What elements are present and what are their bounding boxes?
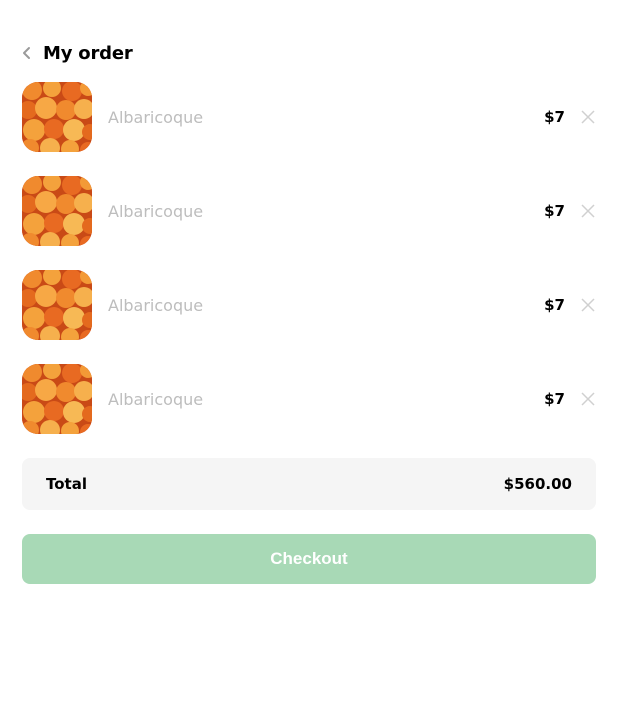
item-name: Albaricoque [108,107,204,127]
apricots-image [22,270,92,340]
order-item: Albaricoque $7 [22,82,602,152]
order-item: Albaricoque $7 [22,364,602,434]
close-icon [581,392,595,406]
item-name: Albaricoque [108,295,204,315]
apricots-image [22,176,92,246]
remove-item-button[interactable] [579,202,597,220]
page-title: My order [43,42,133,64]
chevron-left-icon [23,47,30,59]
order-item: Albaricoque $7 [22,176,602,246]
remove-item-button[interactable] [579,296,597,314]
item-price: $7 [544,202,565,220]
close-icon [581,110,595,124]
item-price: $7 [544,296,565,314]
order-list: Albaricoque $7 Albaricoque $7 Albaricoqu… [22,82,602,458]
total-label: Total [46,475,87,493]
order-item: Albaricoque $7 [22,270,602,340]
close-icon [581,298,595,312]
remove-item-button[interactable] [579,108,597,126]
back-button[interactable] [22,45,38,61]
order-total: Total $560.00 [22,458,596,510]
close-icon [581,204,595,218]
item-name: Albaricoque [108,389,204,409]
item-price: $7 [544,390,565,408]
total-value: $560.00 [503,475,572,493]
item-price: $7 [544,108,565,126]
remove-item-button[interactable] [579,390,597,408]
item-name: Albaricoque [108,201,204,221]
apricots-image [22,364,92,434]
apricots-image [22,82,92,152]
header: My order [22,40,133,66]
checkout-button[interactable]: Checkout [22,534,596,584]
